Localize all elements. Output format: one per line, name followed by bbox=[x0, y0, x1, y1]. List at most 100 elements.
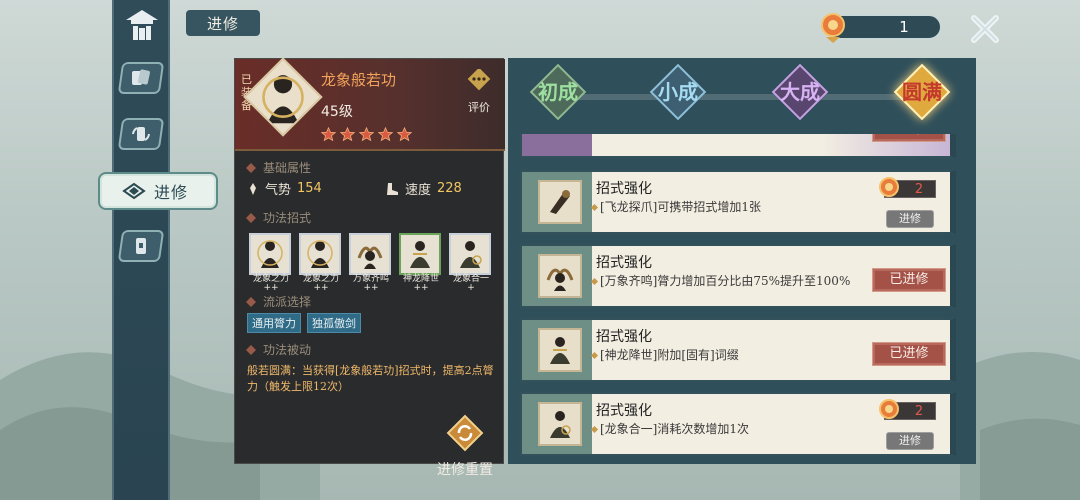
close-icon bbox=[971, 15, 999, 43]
token-icon bbox=[818, 11, 848, 49]
upgrade-row: 招式强化 [万象齐鸣]膂力增加百分比由75%提升至100% 已进修 bbox=[520, 244, 956, 308]
move-plus: ++ bbox=[413, 283, 429, 293]
upgrade-row: 已进修 bbox=[520, 134, 956, 158]
review-label: 评价 bbox=[468, 101, 490, 114]
review-button[interactable]: 评价 bbox=[461, 67, 497, 115]
move-card-art bbox=[299, 233, 341, 275]
card-info-icon bbox=[136, 238, 146, 254]
school-chips: 通用膂力 独孤傲剑 bbox=[247, 313, 361, 333]
advanced-button[interactable]: 已进修 bbox=[872, 134, 946, 142]
upgrade-row: 招式强化 [神龙降世]附加[固有]词缀 已进修 bbox=[520, 318, 956, 382]
momentum-icon bbox=[250, 182, 256, 195]
reset-icon bbox=[446, 414, 484, 452]
upgrade-title: 招式强化 bbox=[596, 329, 652, 345]
upgrade-desc: [飞龙探爪]可携带招式增加1张 bbox=[600, 200, 880, 215]
school-chip[interactable]: 通用膂力 bbox=[247, 313, 301, 333]
stage-label: 初成 bbox=[538, 80, 578, 104]
passive-heading: 功法被动 bbox=[245, 341, 311, 358]
momentum-value: 154 bbox=[297, 181, 322, 196]
reset-button[interactable]: 进修重置 bbox=[433, 413, 497, 479]
advance-button[interactable]: 进修 bbox=[886, 432, 934, 450]
speed-label: 速度 bbox=[405, 183, 432, 198]
school-heading-label: 流派选择 bbox=[263, 295, 312, 309]
deck-rotate-icon bbox=[132, 127, 150, 141]
move-card[interactable]: 万象齐鸣 ++ bbox=[349, 233, 393, 293]
momentum-stat: 气势 154 bbox=[247, 179, 322, 198]
attributes-heading-label: 基础属性 bbox=[263, 161, 312, 175]
warrior-figure-icon bbox=[550, 411, 571, 438]
monk-figure-icon bbox=[257, 240, 283, 268]
move-thumbnail bbox=[538, 402, 582, 446]
page-title: 进修 bbox=[186, 10, 260, 36]
skill-header: 已装备 龙象般若功 45级 评价 bbox=[235, 57, 505, 151]
section-ornament-icon bbox=[246, 344, 256, 355]
move-card[interactable]: 龙象之力 ++ bbox=[299, 233, 343, 293]
speed-boot-icon bbox=[387, 182, 398, 195]
moves-heading: 功法招式 bbox=[245, 209, 311, 226]
upgrade-title: 招式强化 bbox=[596, 181, 652, 197]
stage-label: 小成 bbox=[658, 80, 698, 104]
home-icon[interactable] bbox=[124, 8, 160, 46]
advance-icon bbox=[122, 182, 146, 200]
reset-label: 进修重置 bbox=[437, 462, 493, 478]
currency-counter: 1 bbox=[821, 13, 942, 43]
advanced-button[interactable]: 已进修 bbox=[872, 268, 946, 292]
move-plus: ++ bbox=[263, 283, 279, 293]
section-ornament-icon bbox=[246, 296, 256, 307]
warrior-figure-icon bbox=[410, 241, 430, 268]
nav-cards-button[interactable] bbox=[117, 62, 165, 94]
move-card-art bbox=[449, 233, 491, 275]
star-icon bbox=[359, 127, 374, 142]
move-card-art bbox=[249, 233, 291, 275]
section-ornament-icon bbox=[246, 162, 256, 173]
star-rating bbox=[321, 127, 412, 142]
stage-yuanman[interactable]: 圆满 bbox=[892, 63, 952, 121]
move-plus: ++ bbox=[313, 283, 329, 293]
move-card[interactable]: 龙象合一 + bbox=[449, 233, 493, 293]
upgrade-cost-value: 2 bbox=[914, 182, 924, 197]
stage-label: 大成 bbox=[780, 80, 820, 104]
skill-level: 45级 bbox=[321, 104, 353, 120]
close-button[interactable] bbox=[968, 12, 1002, 46]
upgrade-title: 招式强化 bbox=[596, 255, 652, 271]
moves-heading-label: 功法招式 bbox=[263, 211, 312, 225]
move-card[interactable]: 龙象之力 ++ bbox=[249, 233, 293, 293]
upgrade-list[interactable]: 已进修 招式强化 [飞龙探爪]可携带招式增加1张 2 进修 招式强化 [万象齐鸣… bbox=[520, 134, 956, 464]
skill-portrait bbox=[243, 57, 323, 137]
nav-card-info-button[interactable] bbox=[117, 230, 165, 262]
school-chip[interactable]: 独孤傲剑 bbox=[307, 313, 361, 333]
attributes-heading: 基础属性 bbox=[245, 159, 311, 176]
passive-text: 般若圆满：当获得[龙象般若功]招式时，提高2点膂力（触发上限12次） bbox=[247, 364, 494, 393]
skill-name: 龙象般若功 bbox=[321, 71, 397, 89]
star-icon bbox=[340, 127, 355, 142]
upgrade-desc: [神龙降世]附加[固有]词缀 bbox=[600, 348, 880, 363]
move-thumbnail bbox=[538, 254, 582, 298]
momentum-label: 气势 bbox=[265, 183, 292, 198]
monk-figure-icon bbox=[307, 240, 333, 268]
currency-value: 1 bbox=[899, 18, 909, 36]
nav-deck-button[interactable] bbox=[117, 118, 165, 150]
section-ornament-icon bbox=[246, 212, 256, 223]
move-plus: ++ bbox=[363, 283, 379, 293]
advance-button[interactable]: 进修 bbox=[886, 210, 934, 228]
move-card[interactable]: 神龙降世 ++ bbox=[399, 233, 443, 293]
star-icon bbox=[378, 127, 393, 142]
monk-portrait-icon bbox=[262, 75, 304, 124]
stage-chucheng[interactable]: 初成 bbox=[528, 63, 588, 121]
move-thumbnail bbox=[538, 328, 582, 372]
upgrade-cost: 2 bbox=[879, 399, 936, 420]
upgrade-desc: [万象齐鸣]膂力增加百分比由75%提升至100% bbox=[600, 274, 880, 289]
dragon-figure-icon bbox=[546, 268, 574, 291]
upgrade-desc: [龙象合一]消耗次数增加1次 bbox=[600, 422, 880, 437]
stage-label: 圆满 bbox=[902, 80, 942, 104]
speed-stat: 速度 228 bbox=[385, 179, 462, 198]
star-icon bbox=[397, 127, 412, 142]
move-list: 龙象之力 ++ 龙象之力 ++ 万象齐鸣 ++ 神龙降世 ++ 龙象合一 + bbox=[249, 233, 493, 293]
move-plus: + bbox=[467, 283, 475, 293]
nav-advance-tab[interactable]: 进修 bbox=[98, 172, 218, 210]
stage-dacheng[interactable]: 大成 bbox=[770, 63, 830, 121]
stage-xiaocheng[interactable]: 小成 bbox=[648, 63, 708, 121]
token-icon bbox=[877, 398, 901, 428]
warrior-figure-icon bbox=[550, 337, 570, 364]
advanced-button[interactable]: 已进修 bbox=[872, 342, 946, 366]
